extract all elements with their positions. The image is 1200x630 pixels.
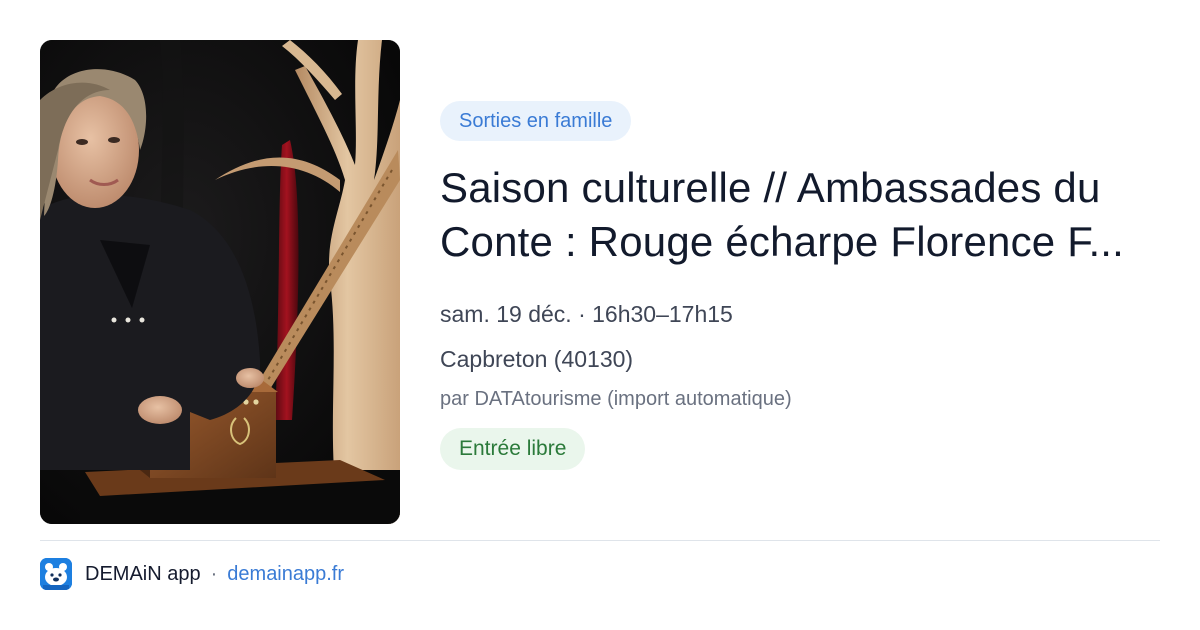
category-badge[interactable]: Sorties en famille — [440, 101, 632, 141]
footer: DEMAiN app · demainapp.fr — [40, 558, 344, 590]
price-badge: Entrée libre — [440, 428, 586, 470]
demain-app-logo-icon[interactable] — [40, 558, 72, 590]
footer-divider — [40, 540, 1160, 541]
event-organizer: par DATAtourisme (import automatique) — [440, 388, 792, 410]
event-photo-illustration — [40, 40, 400, 524]
event-photo[interactable] — [40, 40, 400, 524]
footer-separator: · — [210, 562, 218, 585]
app-url-link[interactable]: demainapp.fr — [227, 563, 344, 586]
event-title[interactable]: Saison culturelle // Ambassades du Conte… — [440, 161, 1170, 269]
event-datetime: sam. 19 déc. · 16h30–17h15 — [440, 301, 733, 327]
event-info: Sorties en famille Saison culturelle // … — [440, 101, 1170, 470]
bear-mascot-icon — [40, 558, 72, 590]
event-title-line-2: Conte : Rouge écharpe Florence F... — [440, 218, 1125, 265]
app-name: DEMAiN app — [85, 562, 201, 585]
event-location: Capbreton (40130) — [440, 346, 634, 372]
event-title-line-1: Saison culturelle // Ambassades du — [440, 164, 1101, 211]
